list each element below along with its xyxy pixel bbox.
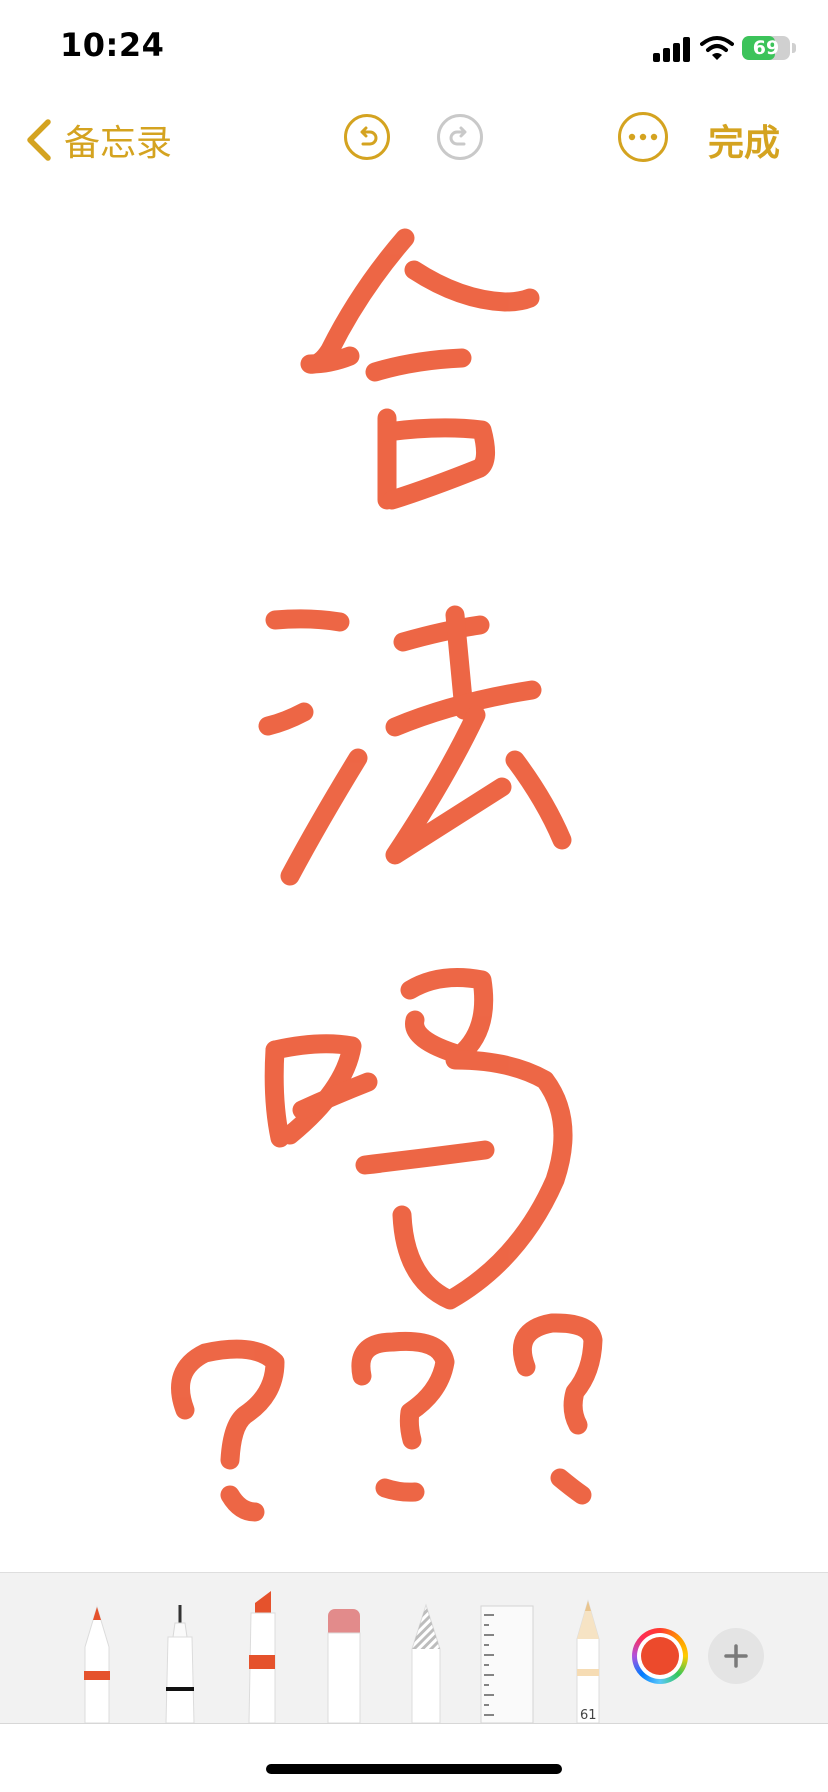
selected-color-swatch	[641, 1637, 679, 1675]
chevron-left-icon	[27, 119, 51, 161]
undo-icon	[360, 126, 378, 146]
redo-button[interactable]	[437, 114, 483, 160]
color-picker-button[interactable]	[632, 1628, 688, 1684]
pencil-width-label: 61	[580, 1708, 597, 1723]
pencil-tool-icon[interactable]	[572, 1599, 604, 1723]
battery-icon: 69	[742, 36, 790, 60]
wifi-icon	[700, 36, 734, 60]
more-button[interactable]	[618, 112, 668, 162]
back-label: 备忘录	[64, 123, 173, 164]
marker-tool-icon[interactable]	[243, 1587, 281, 1723]
lasso-tool-icon[interactable]	[407, 1603, 445, 1723]
ellipsis-icon	[628, 133, 658, 141]
cellular-signal-icon	[653, 36, 691, 62]
ruler-tool-icon[interactable]	[480, 1605, 534, 1723]
add-button[interactable]	[708, 1628, 764, 1684]
eraser-tool-icon[interactable]	[325, 1607, 363, 1723]
drawing-tool-palette: 61	[0, 1572, 828, 1724]
handwriting-strokes	[171, 228, 603, 1522]
plus-icon	[724, 1644, 748, 1668]
pen-tool-icon[interactable]	[78, 1603, 116, 1723]
monoline-tool-icon[interactable]	[163, 1603, 197, 1723]
drawing-canvas[interactable]	[0, 190, 828, 1570]
home-indicator	[266, 1764, 562, 1774]
done-button[interactable]: 完成	[708, 114, 780, 166]
battery-level: 69	[752, 37, 780, 59]
status-time: 10:24	[60, 26, 165, 64]
battery-nub	[792, 43, 796, 53]
back-button[interactable]: 备忘录	[22, 112, 172, 168]
redo-icon	[449, 126, 467, 146]
undo-button[interactable]	[344, 114, 390, 160]
